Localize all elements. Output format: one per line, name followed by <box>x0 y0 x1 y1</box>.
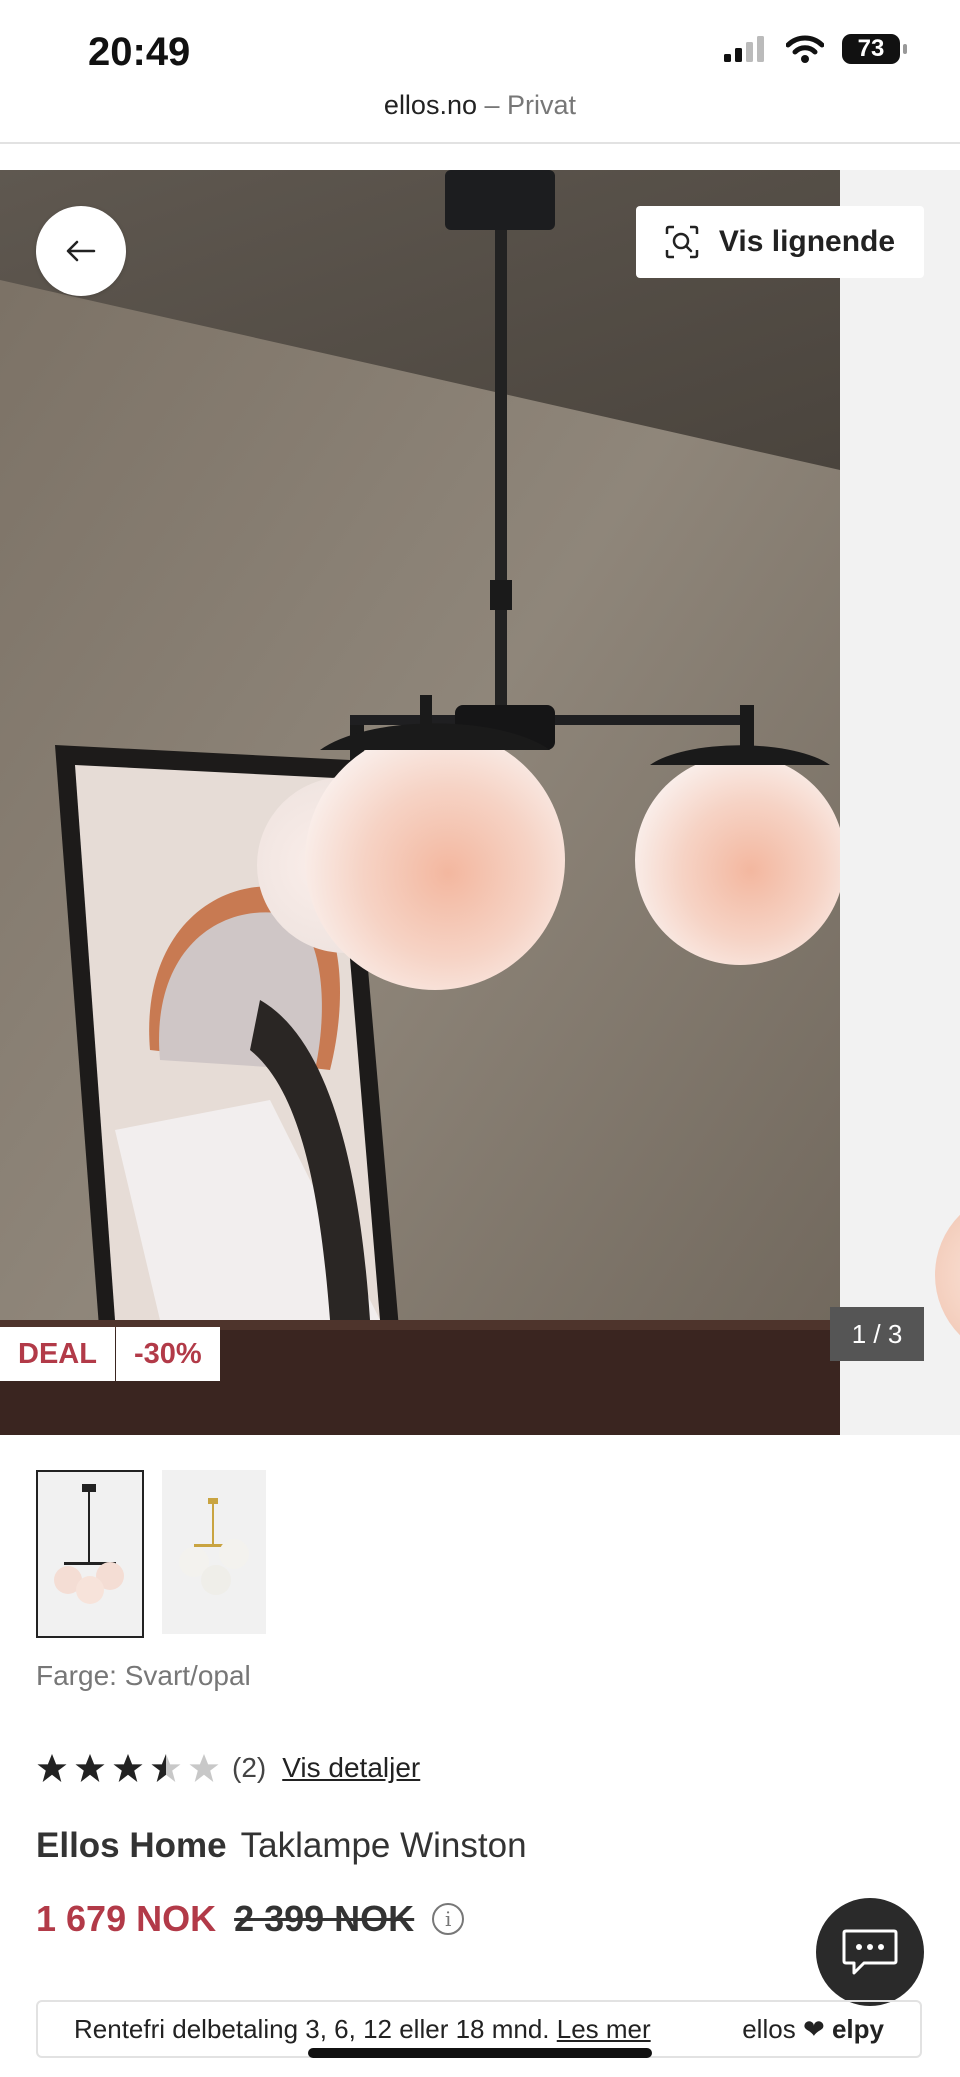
heart-icon: ❤ <box>802 2013 825 2044</box>
read-more-link[interactable]: Les mer <box>557 2014 651 2044</box>
url-separator: – <box>477 90 508 120</box>
status-bar: 20:49 73 <box>0 0 960 100</box>
home-indicator <box>308 2048 652 2058</box>
info-icon[interactable]: i <box>432 1903 465 1935</box>
price-row: 1 679 NOK 2 399 NOK i <box>36 1898 465 1940</box>
product-name: Taklampe Winston <box>240 1826 527 1865</box>
private-mode-label: Privat <box>507 90 577 120</box>
show-similar-button[interactable]: Vis lignende <box>636 206 924 278</box>
current-price: 1 679 NOK <box>36 1898 217 1939</box>
globe-preview <box>935 1190 960 1360</box>
color-thumbnail-brass[interactable] <box>162 1470 266 1634</box>
wifi-icon <box>786 35 824 63</box>
star-rating <box>36 1753 220 1783</box>
divider <box>0 142 960 144</box>
elpy-logo-text: elpy <box>831 2013 884 2044</box>
signal-icon <box>724 36 764 62</box>
next-slide-preview[interactable] <box>840 170 960 1435</box>
product-title: Ellos Home Taklampe Winston <box>36 1826 527 1866</box>
view-details-link[interactable]: Vis detaljer <box>282 1752 420 1784</box>
lamp-brass-thumbnail <box>179 1498 249 1595</box>
review-count: (2) <box>232 1752 267 1783</box>
ellos-logo-text: ellos <box>742 2013 796 2044</box>
status-time: 20:49 <box>88 30 191 74</box>
discount-badge: -30% <box>116 1327 220 1381</box>
star-icon <box>151 1754 181 1782</box>
star-icon <box>37 1754 67 1782</box>
financing-message: Rentefri delbetaling 3, 6, 12 eller 18 m… <box>74 2013 550 2044</box>
battery-indicator: 73 <box>842 34 907 64</box>
show-similar-label: Vis lignende <box>718 225 896 258</box>
url-domain: ellos.no <box>383 90 477 120</box>
star-icon <box>113 1754 143 1782</box>
brand-name: Ellos Home <box>36 1826 227 1865</box>
original-price: 2 399 NOK <box>234 1898 415 1939</box>
chat-button[interactable] <box>816 1898 924 2006</box>
star-icon <box>189 1754 219 1782</box>
color-label: Farge: Svart/opal <box>36 1660 251 1691</box>
color-thumbnail-black[interactable] <box>36 1470 144 1638</box>
slide-counter: 1 / 3 <box>830 1307 924 1361</box>
visual-search-icon <box>665 225 699 259</box>
url-bar[interactable]: ellos.no – Privat <box>0 90 960 140</box>
status-icons: 73 <box>724 34 907 64</box>
product-photo <box>0 170 840 1435</box>
rating-row: (2) Vis detaljer <box>36 1752 420 1784</box>
deal-badge: DEAL <box>0 1327 115 1381</box>
lamp-black-thumbnail <box>54 1484 124 1604</box>
chat-icon <box>842 1929 898 1975</box>
star-icon <box>75 1754 105 1782</box>
back-button[interactable] <box>36 206 126 296</box>
arrow-left-icon <box>66 240 96 262</box>
product-image[interactable] <box>0 170 840 1435</box>
partner-logo: ellos ❤ elpy <box>742 2014 884 2045</box>
financing-text: Rentefri delbetaling 3, 6, 12 eller 18 m… <box>74 2014 651 2045</box>
